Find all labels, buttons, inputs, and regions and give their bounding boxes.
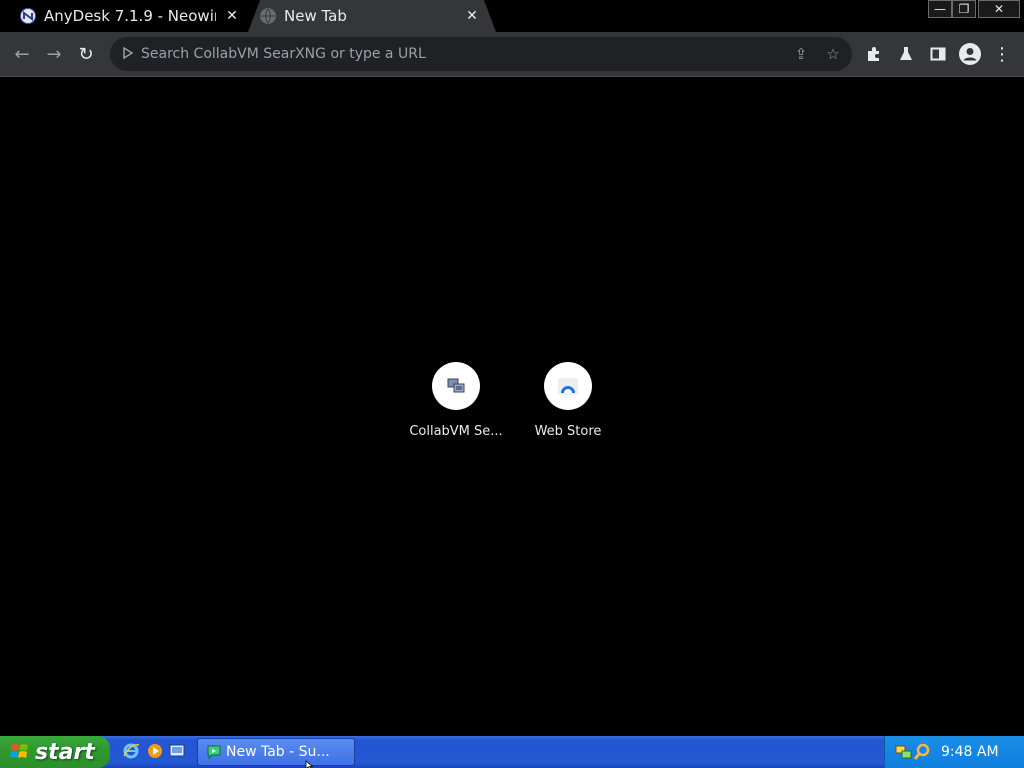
- new-tab-page: CollabVM Se... Web Store: [0, 77, 1024, 736]
- side-panel-button[interactable]: [924, 40, 952, 68]
- browser-toolbar: ← → ↻ ⇪ ☆ ⋮: [0, 32, 1024, 77]
- shortcut-web-store[interactable]: Web Store: [512, 362, 624, 458]
- kebab-menu-icon: ⋮: [993, 43, 1011, 65]
- tab-new-tab[interactable]: New Tab ✕: [248, 0, 496, 32]
- tab-strip: AnyDesk 7.1.9 - Neowin ✕ New Tab ✕ — ❐ ✕: [0, 0, 1024, 32]
- tab-close-icon[interactable]: ✕: [464, 8, 480, 24]
- puzzle-icon: [868, 47, 879, 61]
- media-player-icon[interactable]: [146, 742, 164, 760]
- omnibox[interactable]: ⇪ ☆: [110, 37, 852, 71]
- search-engine-icon: [120, 46, 136, 62]
- flask-icon: [900, 47, 912, 60]
- minimize-button[interactable]: —: [928, 0, 952, 18]
- neowin-icon: [20, 8, 36, 24]
- taskbar-item-label: New Tab - Su...: [226, 744, 330, 760]
- side-panel-icon: [930, 47, 946, 61]
- menu-button[interactable]: ⋮: [988, 40, 1016, 68]
- taskbar-item-new-tab[interactable]: New Tab - Su...: [197, 738, 355, 766]
- collabvm-icon: [447, 378, 465, 393]
- forward-arrow-icon: →: [46, 43, 62, 65]
- web-store-icon: [558, 378, 578, 395]
- show-desktop-icon[interactable]: [168, 742, 186, 760]
- share-icon[interactable]: ⇪: [790, 43, 812, 65]
- shortcut-label: Web Store: [534, 424, 602, 439]
- tab-anydesk[interactable]: AnyDesk 7.1.9 - Neowin ✕: [0, 0, 248, 32]
- profile-icon: [959, 43, 981, 65]
- close-window-button[interactable]: ✕: [978, 0, 1020, 18]
- reload-icon: ↻: [78, 43, 94, 65]
- tab-title: AnyDesk 7.1.9 - Neowin: [44, 7, 216, 25]
- globe-icon: [260, 8, 276, 24]
- bookmark-star-icon[interactable]: ☆: [822, 43, 844, 65]
- mouse-cursor-icon: [305, 760, 314, 768]
- shortcut-collabvm[interactable]: CollabVM Se...: [400, 362, 512, 458]
- internet-explorer-icon[interactable]: [122, 742, 140, 760]
- shortcut-icon-circle: [432, 362, 480, 410]
- shortcut-label: CollabVM Se...: [409, 424, 503, 439]
- shortcut-icon-circle: [544, 362, 592, 410]
- tab-close-icon[interactable]: ✕: [224, 8, 240, 24]
- back-arrow-icon: ←: [14, 43, 30, 65]
- labs-button[interactable]: [892, 40, 920, 68]
- screen: AnyDesk 7.1.9 - Neowin ✕ New Tab ✕ — ❐ ✕…: [0, 0, 1024, 768]
- windows-flag-icon: [10, 744, 28, 758]
- back-button[interactable]: ←: [8, 40, 36, 68]
- tab-title: New Tab: [284, 7, 347, 25]
- address-bar-input[interactable]: [141, 37, 741, 71]
- network-icon[interactable]: [895, 743, 913, 761]
- taskbar: start New Tab - Su... 9:48 AM: [0, 736, 1024, 768]
- search-icon[interactable]: [913, 743, 931, 761]
- forward-button[interactable]: →: [40, 40, 68, 68]
- maximize-button[interactable]: ❐: [952, 0, 976, 18]
- clock: 9:48 AM: [941, 744, 999, 760]
- start-button[interactable]: start: [0, 736, 110, 768]
- browser-app-icon: [207, 745, 221, 760]
- extensions-button[interactable]: [860, 40, 888, 68]
- start-label: start: [35, 739, 95, 765]
- profile-button[interactable]: [956, 40, 984, 68]
- system-tray: 9:48 AM: [884, 736, 1024, 768]
- reload-button[interactable]: ↻: [72, 40, 100, 68]
